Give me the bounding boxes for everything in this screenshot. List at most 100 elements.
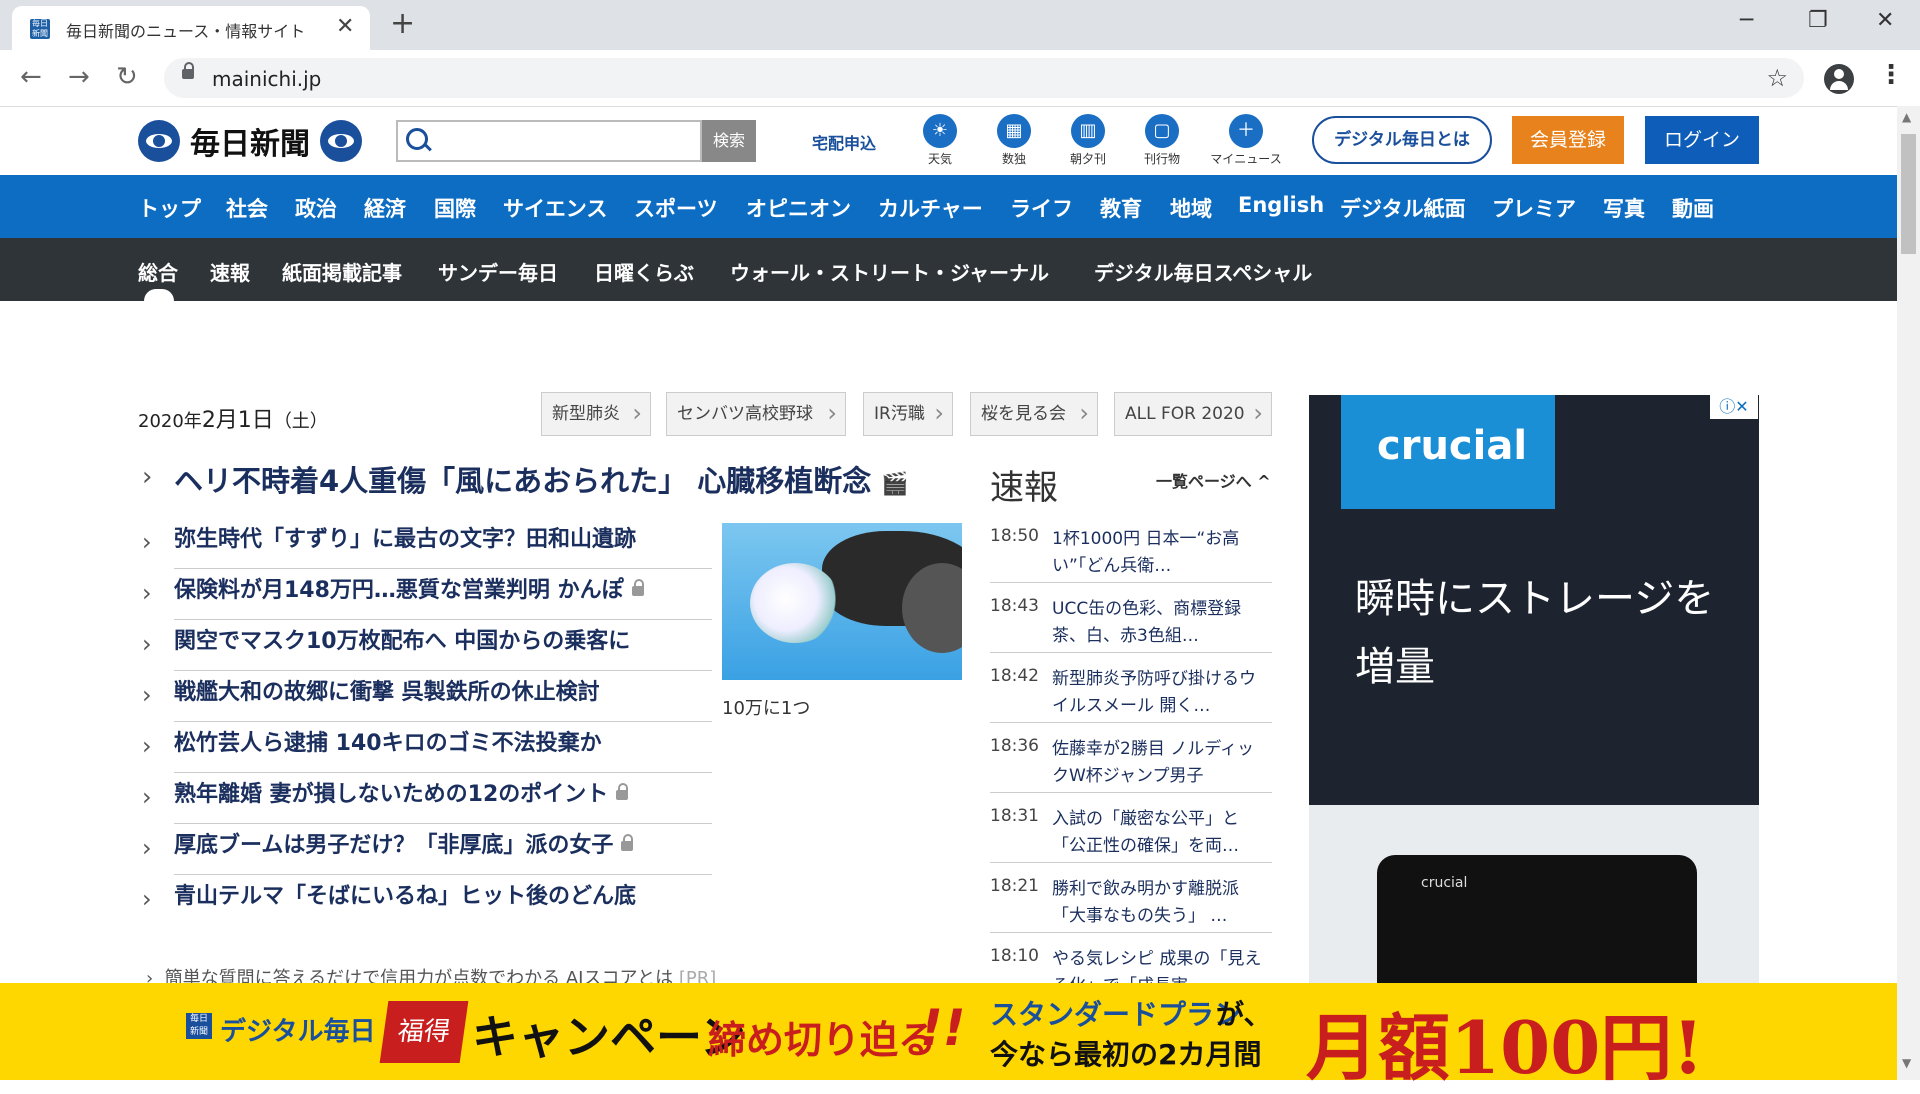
register-button[interactable]: 会員登録 [1512, 116, 1624, 164]
photo-caption[interactable]: 10万に1つ [722, 694, 810, 720]
topic-ir-scandal[interactable]: IR汚職 [863, 392, 953, 436]
scroll-up-icon[interactable]: ▲ [1902, 110, 1911, 124]
topic-pneumonia[interactable]: 新型肺炎 [541, 392, 651, 436]
delivery-link[interactable]: 宅配申込 [812, 130, 876, 154]
profile-avatar-icon[interactable] [1824, 64, 1854, 94]
nav-video[interactable]: 動画 [1672, 193, 1714, 223]
nav-sports[interactable]: スポーツ [634, 193, 718, 223]
breaking-item[interactable]: 18:50 1杯1000円 日本一“お高い”「どん兵衛… [990, 512, 1272, 583]
headline-item[interactable]: 青山テルマ「そばにいるね」ヒット後のどん底 [174, 875, 712, 925]
ad-brand-box: crucial [1341, 395, 1555, 509]
browser-menu-icon[interactable]: ⋮ [1878, 60, 1904, 90]
nav-digital-paper[interactable]: デジタル紙面 [1340, 193, 1466, 223]
restore-icon[interactable]: ❐ [1808, 8, 1828, 33]
site-logo[interactable]: 毎日新聞 [138, 118, 362, 164]
page-scrollbar[interactable]: ▲ ▼ [1897, 106, 1920, 1080]
subnav-breaking[interactable]: 速報 [210, 257, 250, 286]
minimize-icon[interactable]: ─ [1740, 8, 1753, 33]
nav-culture[interactable]: カルチャー [878, 193, 983, 223]
topic-senbatsu[interactable]: センバツ高校野球 [666, 392, 846, 436]
nav-politics[interactable]: 政治 [295, 193, 337, 223]
topic-allfor2020[interactable]: ALL FOR 2020 [1114, 392, 1272, 436]
new-tab-button[interactable]: + [390, 8, 415, 40]
nav-society[interactable]: 社会 [226, 193, 268, 223]
featured-photo[interactable] [722, 523, 962, 680]
headline-item[interactable]: 厚底ブームは男子だけ？「非厚底」派の女子 [174, 824, 712, 875]
subnav-print-articles[interactable]: 紙面掲載記事 [282, 257, 402, 286]
back-icon[interactable]: ← [20, 62, 42, 92]
mynews-link[interactable]: ＋ マイニュース [1210, 114, 1282, 167]
scroll-thumb[interactable] [1901, 134, 1916, 254]
nav-region[interactable]: 地域 [1170, 193, 1212, 223]
search-button[interactable]: 検索 [702, 120, 756, 162]
nav-top[interactable]: トップ [138, 193, 201, 223]
lock-icon [616, 783, 629, 800]
forward-icon[interactable]: → [68, 62, 90, 92]
login-button[interactable]: ログイン [1645, 116, 1759, 164]
browser-tab[interactable]: 毎日新聞 毎日新聞のニュース・情報サイト ✕ [12, 6, 370, 50]
nav-science[interactable]: サイエンス [503, 193, 607, 223]
nav-photo[interactable]: 写真 [1603, 193, 1645, 223]
nav-education[interactable]: 教育 [1100, 193, 1142, 223]
headline-item[interactable]: 松竹芸人ら逮捕 140キロのゴミ不法投棄か [174, 722, 712, 773]
subnav-wsj[interactable]: ウォール・ストリート・ジャーナル [730, 257, 1049, 286]
site-search-input[interactable] [396, 120, 702, 162]
window-close-icon[interactable]: ✕ [1876, 8, 1894, 33]
banner-exclaim: !! [920, 999, 966, 1057]
scroll-down-icon[interactable]: ▼ [1902, 1056, 1911, 1070]
chevron-right-icon: › [142, 462, 153, 492]
headline-item[interactable]: 関空でマスク10万枚配布へ 中国からの乗客に [174, 620, 712, 671]
nav-international[interactable]: 国際 [434, 193, 476, 223]
topic-sakura[interactable]: 桜を見る会 [970, 392, 1098, 436]
breaking-item[interactable]: 18:42 新型肺炎予防呼び掛けるウイルスメール 開く… [990, 652, 1272, 723]
subnav-general[interactable]: 総合 [138, 257, 178, 286]
sudoku-link[interactable]: ▦ 数独 [984, 114, 1044, 167]
banner-now: 今なら最初の2カ月間 [990, 1038, 1262, 1071]
search-icon [406, 128, 428, 150]
ad-brand: crucial [1377, 423, 1528, 469]
address-bar[interactable]: mainichi.jp ☆ [164, 58, 1804, 98]
nav-opinion[interactable]: オピニオン [746, 193, 851, 223]
headline-item[interactable]: 弥生時代「すずり」に最古の文字？田和山遺跡 [174, 518, 712, 569]
headline-item[interactable]: 保険料が月148万円…悪質な営業判明 かんぽ [174, 569, 712, 620]
breaking-item[interactable]: 18:36 佐藤幸が2勝目 ノルディックW杯ジャンプ男子 [990, 722, 1272, 793]
logo-mark-icon [138, 120, 180, 162]
nav-english[interactable]: English [1238, 193, 1324, 217]
advertisement[interactable]: crucial 瞬時にストレージを増量 crucial [1309, 395, 1759, 985]
newspaper-link[interactable]: ▥ 朝夕刊 [1058, 114, 1118, 167]
ad-close-icon[interactable]: ⓘ✕ [1710, 395, 1758, 419]
banner-digital: デジタル毎日 [220, 1017, 376, 1047]
subnav-digital-special[interactable]: デジタル毎日スペシャル [1094, 257, 1312, 286]
headline-item[interactable]: 熟年離婚 妻が損しないための12のポイント [174, 773, 712, 824]
ad-copy: 瞬時にストレージを増量 [1355, 576, 1715, 690]
digital-mainichi-button[interactable]: デジタル毎日とは [1312, 116, 1492, 164]
breaking-item[interactable]: 18:21 勝利で飲み明かす離脱派「大事なもの失う」 … [990, 862, 1272, 933]
breaking-item[interactable]: 18:43 UCC缶の色彩、商標登録 茶、白、赤3色組… [990, 582, 1272, 653]
browser-tab-bar: 毎日新聞 毎日新聞のニュース・情報サイト ✕ + ─ ❐ ✕ [0, 0, 1920, 50]
url-text[interactable]: mainichi.jp [212, 67, 321, 91]
video-icon: 🎬 [881, 472, 909, 497]
newspaper-label: 朝夕刊 [1069, 152, 1106, 166]
nav-economy[interactable]: 経済 [364, 193, 406, 223]
bookmark-star-icon[interactable]: ☆ [1766, 64, 1788, 92]
chevron-right-icon: › [142, 579, 152, 607]
tab-close-icon[interactable]: ✕ [336, 14, 354, 39]
reload-icon[interactable]: ↻ [116, 62, 138, 92]
breaking-list-link[interactable]: 一覧ページへ ^ [1156, 468, 1271, 492]
campaign-banner[interactable]: 毎日新聞 デジタル毎日 福得 キャンペーン 締め切り迫る !! スタンダードプラ… [0, 983, 1897, 1090]
weather-link[interactable]: ☀ 天気 [910, 114, 970, 167]
nav-life[interactable]: ライフ [1010, 193, 1073, 223]
nav-premier[interactable]: プレミア [1492, 193, 1576, 223]
subnav-sunday-mainichi[interactable]: サンデー毎日 [438, 257, 558, 286]
active-tab-indicator [144, 289, 174, 301]
main-nav: トップ 社会 政治 経済 国際 サイエンス スポーツ オピニオン カルチャー ラ… [0, 175, 1897, 238]
subnav-sunday-club[interactable]: 日曜くらぶ [594, 257, 694, 286]
mynews-label: マイニュース [1210, 152, 1282, 166]
publications-link[interactable]: ▢ 刊行物 [1132, 114, 1192, 167]
lock-icon [182, 62, 194, 79]
headline-item[interactable]: 戦艦大和の故郷に衝撃 呉製鉄所の休止検討 [174, 671, 712, 722]
breaking-item[interactable]: 18:31 入試の「厳密な公平」と「公正性の確保」を両… [990, 792, 1272, 863]
banner-deadline: 締め切り迫る [708, 1018, 937, 1062]
book-icon: ▢ [1145, 114, 1179, 148]
lead-headline[interactable]: ヘリ不時着4人重傷「風にあおられた」 心臓移植断念 🎬 [174, 458, 994, 500]
